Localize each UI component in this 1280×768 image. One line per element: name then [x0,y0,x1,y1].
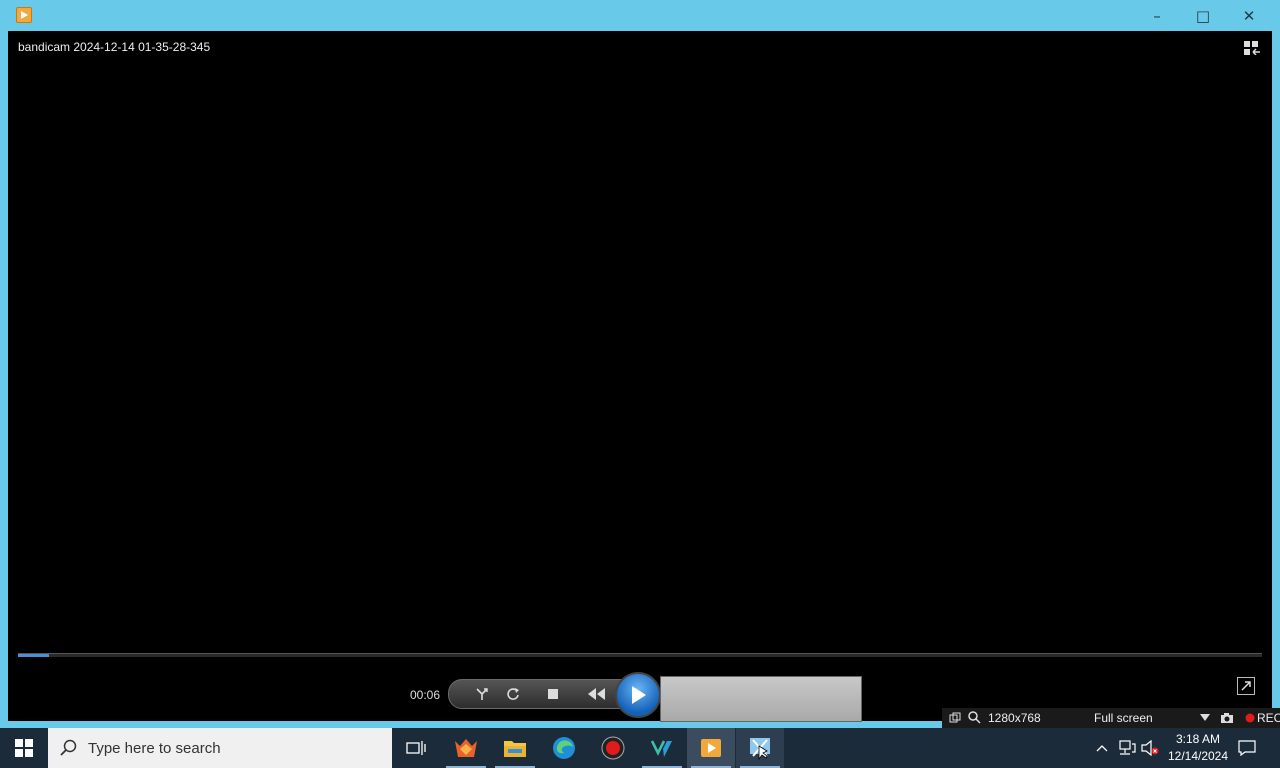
camera-icon[interactable] [1220,712,1234,724]
resolution-label: 1280x768 [988,711,1041,725]
taskbar-app-recorder[interactable] [589,728,637,768]
snipping-tool-icon [750,738,770,760]
seek-bar[interactable] [18,653,1262,657]
search-placeholder: Type here to search [88,740,221,757]
taskbar-app-snipping-tool[interactable] [736,728,784,768]
repeat-icon[interactable] [502,683,524,705]
minimize-button[interactable]: – [1134,0,1180,31]
folder-icon [504,741,526,757]
visual-studio-icon [650,740,672,757]
playlist-icon[interactable] [1244,41,1260,55]
clock-date: 12/14/2024 [1167,749,1229,763]
edge-icon [553,737,575,759]
firefox-dev-icon [455,739,477,757]
taskbar-app-media-player[interactable] [687,728,735,768]
network-icon[interactable] [1118,740,1136,756]
volume-muted-icon[interactable] [1141,740,1159,756]
video-title: bandicam 2024-12-14 01-35-28-345 [18,40,211,54]
dropdown-arrow-icon[interactable] [1200,714,1210,722]
taskbar-app-file-explorer[interactable] [491,728,539,768]
title-bar[interactable]: – □ ✕ [0,0,1280,31]
window-mode-icon[interactable] [949,712,961,724]
video-area[interactable]: bandicam 2024-12-14 01-35-28-345 00:06 [8,31,1272,722]
taskbar-app-firefox-dev[interactable] [442,728,490,768]
taskbar-app-edge[interactable] [540,728,588,768]
maximize-button[interactable]: □ [1180,0,1226,31]
search-icon [60,739,77,756]
expand-icon[interactable] [1237,677,1255,695]
media-player-icon [701,739,721,757]
task-view-button[interactable] [392,728,440,768]
preview-thumbnail [660,676,862,722]
record-icon [601,736,625,760]
media-player-window: – □ ✕ bandicam 2024-12-14 01-35-28-345 0… [0,0,1280,728]
current-time: 00:06 [410,688,441,702]
task-view-icon [406,741,426,755]
taskbar-app-visual-studio[interactable] [638,728,686,768]
notification-icon[interactable] [1238,740,1256,756]
seek-progress [18,654,50,657]
close-button[interactable]: ✕ [1226,0,1272,31]
play-button[interactable] [615,672,661,718]
search-box[interactable]: Type here to search [48,728,392,768]
shuffle-icon[interactable] [471,683,493,705]
zoom-icon[interactable] [968,711,981,724]
windows-icon [15,739,33,757]
stop-icon[interactable] [542,683,564,705]
rewind-icon[interactable] [586,683,608,705]
player-app-icon [16,7,32,23]
capture-mode-label[interactable]: Full screen [1094,711,1153,725]
clock-time: 3:18 AM [1175,732,1221,746]
play-icon [632,686,646,704]
taskbar: Type here to search 3:18 AM 12/14/2024 [0,728,1280,768]
rec-label[interactable]: REC [1257,711,1280,725]
start-button[interactable] [0,728,48,768]
record-dot-icon [1245,713,1255,723]
system-clock[interactable]: 3:18 AM 12/14/2024 [1160,731,1236,765]
bandicam-status-bar: 1280x768 Full screen REC [942,708,1280,729]
chevron-up-icon[interactable] [1096,743,1108,753]
